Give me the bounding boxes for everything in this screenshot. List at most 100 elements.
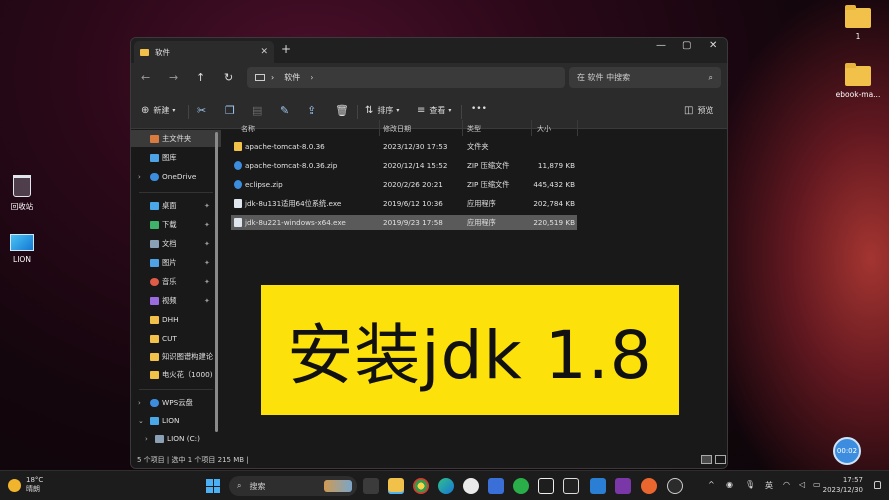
file-type: ZIP 压缩文件 (467, 161, 510, 170)
tab-close-icon[interactable]: ✕ (260, 47, 268, 57)
refresh-button[interactable]: ↻ (224, 71, 233, 84)
file-row[interactable]: apache-tomcat-8.0.36 2023/12/30 17:53 文件… (231, 139, 577, 154)
desktop-icon-this-pc[interactable]: LION (0, 234, 52, 264)
sidebar-item-label: 知识图谱构建论 (162, 351, 214, 361)
column-header-size[interactable]: 大小 (537, 124, 551, 134)
vscode-icon[interactable] (590, 478, 606, 494)
chrome-icon[interactable] (413, 478, 429, 494)
weather-widget[interactable]: 18°C 晴朗 (8, 476, 43, 494)
details-view-button[interactable] (701, 455, 712, 464)
recording-timer[interactable]: 00:02 (833, 437, 861, 465)
close-button[interactable]: ✕ (709, 40, 717, 51)
sidebar-item-knowledge-graph[interactable]: 知识图谱构建论 (131, 348, 221, 365)
this-pc-icon (150, 416, 159, 425)
minimize-button[interactable]: — (656, 40, 666, 51)
new-tab-button[interactable]: + (281, 42, 291, 56)
search-input[interactable]: 在 软件 中搜索 ⌕ (569, 67, 721, 88)
sidebar-item-home[interactable]: 主文件夹 (131, 130, 221, 147)
back-button[interactable]: ← (141, 71, 150, 84)
sidebar-item-music[interactable]: 音乐 ✦ (131, 273, 221, 290)
share-icon[interactable]: ⇪ (307, 104, 316, 117)
rename-icon[interactable]: ✎ (280, 104, 289, 117)
desktop-icon-recycle-bin[interactable]: 回收站 (0, 175, 52, 212)
chevron-right-icon[interactable]: › (138, 173, 141, 181)
sidebar-item-cut[interactable]: CUT (131, 330, 221, 347)
wechat-icon[interactable] (513, 478, 529, 494)
sidebar-item-documents[interactable]: 文档 ✦ (131, 235, 221, 252)
notification-bell-icon[interactable] (874, 481, 881, 489)
column-header-date[interactable]: 修改日期 (383, 124, 411, 134)
view-button[interactable]: ≡ 查看 ▾ (417, 105, 451, 116)
sidebar-item-dhh[interactable]: DHH (131, 311, 221, 328)
address-input[interactable]: › 软件 › (247, 67, 565, 88)
paste-icon[interactable]: ▤ (252, 104, 262, 117)
sidebar-item-downloads[interactable]: 下载 ✦ (131, 216, 221, 233)
sort-button[interactable]: ⇅ 排序 ▾ (365, 105, 399, 116)
sidebar-item-onedrive[interactable]: › OneDrive (131, 168, 221, 185)
forward-button[interactable]: → (169, 71, 178, 84)
delete-icon[interactable]: 🗑 (335, 104, 349, 117)
edge-icon[interactable] (438, 478, 454, 494)
chevron-down-icon[interactable]: ⌄ (138, 417, 144, 425)
sidebar-item-pictures[interactable]: 图片 ✦ (131, 254, 221, 271)
breadcrumb-chevron[interactable]: › (310, 73, 313, 82)
column-divider[interactable] (531, 120, 532, 136)
tiles-view-button[interactable] (715, 455, 726, 464)
sidebar-item-drive-c[interactable]: › LION (C:) (131, 430, 221, 447)
new-button[interactable]: ⊕ 新建 ▾ (141, 105, 175, 116)
sidebar-scrollbar[interactable] (215, 132, 218, 432)
sidebar-item-gallery[interactable]: 图库 (131, 149, 221, 166)
copy-icon[interactable]: ❐ (225, 104, 235, 117)
clock[interactable]: 17:57 2023/12/30 (823, 475, 863, 495)
wifi-icon[interactable]: ◠ (783, 480, 790, 489)
drive-icon (155, 434, 164, 443)
tab-software[interactable]: 软件 ✕ (134, 41, 274, 63)
chevron-right-icon[interactable]: › (138, 399, 141, 407)
start-button[interactable] (206, 479, 220, 493)
column-header-name[interactable]: 名称 (241, 124, 255, 134)
battery-icon[interactable]: ▭ (813, 480, 821, 489)
up-button[interactable]: ↑ (196, 71, 205, 84)
chevron-right-icon[interactable]: › (145, 435, 148, 443)
file-explorer-icon[interactable] (388, 478, 404, 494)
taskbar-search-placeholder: 搜索 (249, 481, 266, 491)
tray-app-icon[interactable]: ◉ (726, 480, 733, 489)
microphone-icon[interactable]: 🎙 (745, 480, 755, 489)
language-indicator[interactable]: 英 (765, 480, 773, 491)
sidebar-item-this-pc[interactable]: ⌄ LION (131, 412, 221, 429)
sidebar-item-edm[interactable]: 电火花（1000) (131, 366, 221, 383)
tray-chevron-icon[interactable]: ^ (708, 480, 715, 489)
column-divider[interactable] (379, 120, 380, 136)
qq-icon[interactable] (463, 478, 479, 494)
desktop-icon-ebook[interactable]: ebook-ma... (828, 63, 888, 99)
settings-icon[interactable] (667, 478, 683, 494)
capcut-icon[interactable] (563, 478, 579, 494)
bilibili-icon[interactable] (538, 478, 554, 494)
file-type: 文件夹 (467, 142, 489, 151)
preview-button[interactable]: ◫ 预览 (684, 105, 713, 116)
pycharm-icon[interactable] (615, 478, 631, 494)
taskbar-search[interactable]: ⌕ 搜索 (229, 476, 357, 496)
sidebar-item-desktop[interactable]: 桌面 ✦ (131, 197, 221, 214)
task-view-icon[interactable] (363, 478, 379, 494)
column-divider[interactable] (462, 120, 463, 136)
feishu-icon[interactable] (488, 478, 504, 494)
desktop-icon-label: ebook-ma... (835, 90, 881, 99)
maximize-button[interactable]: ▢ (682, 40, 691, 51)
column-header-type[interactable]: 类型 (467, 124, 481, 134)
sidebar-item-videos[interactable]: 视频 ✦ (131, 292, 221, 309)
folder-icon (150, 370, 159, 379)
app-icon[interactable] (641, 478, 657, 494)
file-row-selected[interactable]: jdk-8u221-windows-x64.exe 2019/9/23 17:5… (231, 215, 577, 230)
cut-icon[interactable]: ✂ (197, 104, 206, 117)
file-row[interactable]: eclipse.zip 2020/2/26 20:21 ZIP 压缩文件 445… (231, 177, 577, 192)
more-options-button[interactable]: ••• (471, 104, 487, 114)
volume-icon[interactable]: ◁ (799, 480, 805, 489)
file-row[interactable]: jdk-8u131适用64位系统.exe 2019/6/12 10:36 应用程… (231, 196, 577, 211)
breadcrumb-software[interactable]: 软件 (284, 72, 300, 83)
sidebar-item-label: 电火花（1000) (162, 369, 213, 379)
sidebar-item-wps-cloud[interactable]: › WPS云盘 (131, 394, 221, 411)
file-row[interactable]: apache-tomcat-8.0.36.zip 2020/12/14 15:5… (231, 158, 577, 173)
desktop-icon-folder-1[interactable]: 1 (828, 5, 888, 41)
column-divider[interactable] (577, 120, 578, 136)
